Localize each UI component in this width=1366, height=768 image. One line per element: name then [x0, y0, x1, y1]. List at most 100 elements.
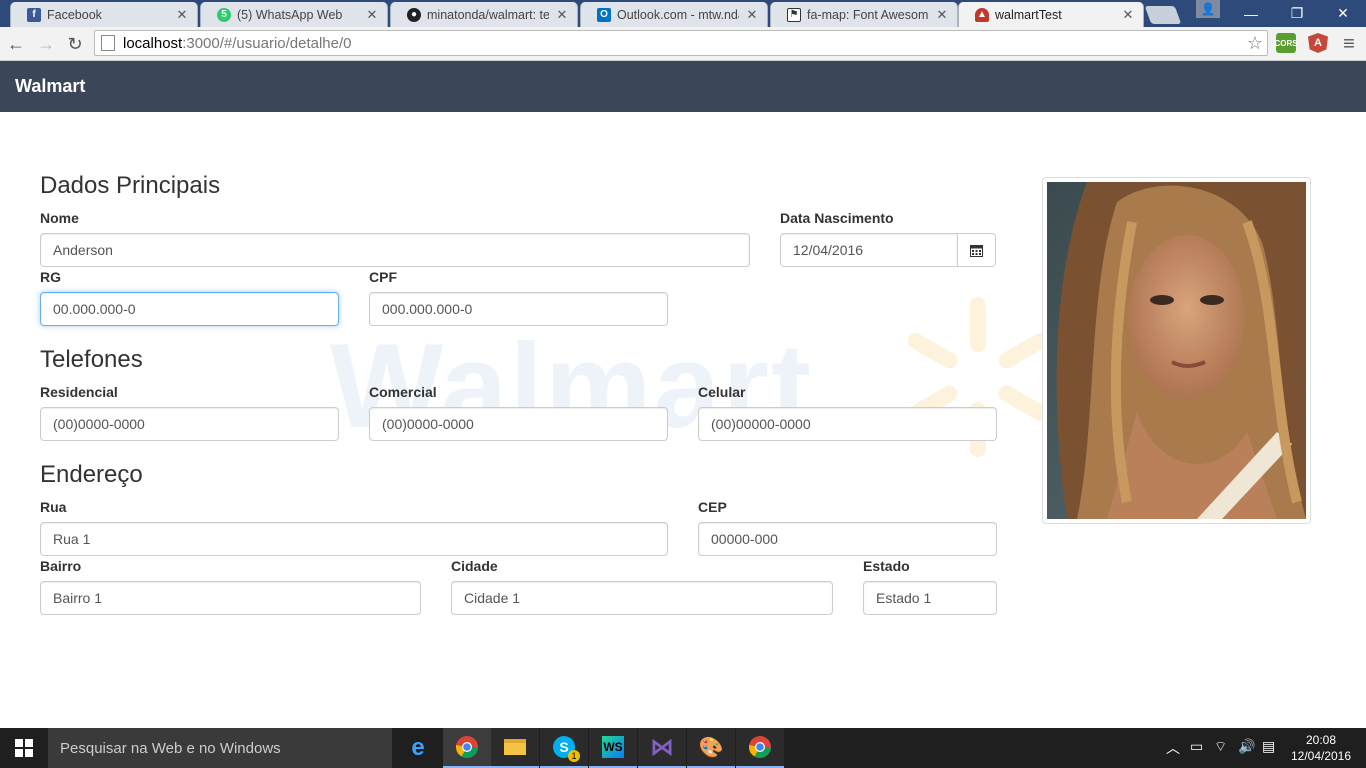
- browser-toolbar: ← → ↻ localhost:3000/#/usuario/detalhe/0…: [0, 27, 1366, 61]
- chrome-logo: [749, 736, 771, 758]
- section-title-endereco: Endereço: [40, 461, 143, 488]
- label-residencial: Residencial: [40, 384, 118, 400]
- new-tab-button[interactable]: [1144, 6, 1182, 24]
- taskbar-clock[interactable]: 20:08 12/04/2016: [1286, 732, 1356, 764]
- label-cpf: CPF: [369, 269, 397, 285]
- windows-start-button[interactable]: [0, 728, 48, 768]
- file-explorer-icon[interactable]: [491, 728, 539, 768]
- menu-hamburger-icon[interactable]: ≡: [1337, 32, 1361, 56]
- data-nascimento-input[interactable]: [780, 233, 958, 267]
- webstorm-icon[interactable]: WS: [589, 728, 637, 768]
- label-rua: Rua: [40, 499, 67, 515]
- cep-input[interactable]: [698, 522, 997, 556]
- volume-icon[interactable]: 🔊: [1238, 738, 1255, 755]
- brand-logo[interactable]: Walmart: [15, 76, 85, 97]
- close-tab-icon[interactable]: ✕: [935, 7, 949, 23]
- angular-extension-icon[interactable]: A: [1308, 33, 1328, 53]
- chrome-logo: [456, 736, 478, 758]
- tab-title: (5) WhatsApp Web: [237, 7, 343, 22]
- battery-icon[interactable]: ▭: [1190, 738, 1203, 755]
- tab-github[interactable]: ● minatonda/walmart: teste ✕: [390, 2, 578, 27]
- skype-badge: 1: [568, 750, 580, 762]
- user-photo: [1042, 177, 1311, 524]
- clock-time: 20:08: [1305, 733, 1337, 747]
- tab-title: fa-map: Font Awesome Ic: [807, 7, 929, 22]
- tab-outlook[interactable]: O Outlook.com - mtw.nda@ ✕: [580, 2, 768, 27]
- windows-taskbar: Pesquisar na Web e no Windows e S 1 WS ⋈…: [0, 728, 1366, 768]
- rua-input[interactable]: [40, 522, 668, 556]
- whatsapp-icon: 5: [217, 7, 231, 22]
- walmart-hat-icon: ▲: [975, 7, 989, 22]
- cpf-input[interactable]: [369, 292, 668, 326]
- close-tab-icon[interactable]: ✕: [365, 7, 379, 23]
- app-navbar: Walmart: [0, 61, 1366, 112]
- tab-title: walmartTest: [995, 7, 1062, 22]
- label-nome: Nome: [40, 210, 79, 226]
- tab-fontawesome[interactable]: ⚑ fa-map: Font Awesome Ic ✕: [770, 2, 958, 27]
- calendar-icon: [970, 244, 983, 257]
- restore-icon[interactable]: ❐: [1274, 0, 1320, 27]
- nome-input[interactable]: [40, 233, 750, 267]
- comercial-input[interactable]: [369, 407, 668, 441]
- minimize-icon[interactable]: —: [1228, 0, 1274, 27]
- tab-title: Outlook.com - mtw.nda@: [617, 7, 739, 22]
- paint-icon[interactable]: 🎨: [687, 728, 735, 768]
- page-icon: [101, 35, 115, 51]
- url-path: :3000/#/usuario/detalhe/0: [182, 34, 352, 52]
- tab-walmarttest[interactable]: ▲ walmartTest ✕: [958, 2, 1144, 27]
- notifications-icon[interactable]: ▤: [1262, 738, 1275, 755]
- close-window-icon[interactable]: ✕: [1320, 0, 1366, 27]
- label-rg: RG: [40, 269, 61, 285]
- taskbar-search-input[interactable]: Pesquisar na Web e no Windows: [48, 728, 392, 768]
- label-cep: CEP: [698, 499, 727, 515]
- close-tab-icon[interactable]: ✕: [175, 7, 189, 23]
- github-icon: ●: [407, 7, 421, 22]
- url-text: localhost:3000/#/usuario/detalhe/0: [123, 35, 352, 52]
- show-hidden-icons-chevron-icon[interactable]: ︿: [1166, 738, 1180, 758]
- close-tab-icon[interactable]: ✕: [745, 7, 759, 23]
- label-estado: Estado: [863, 558, 910, 574]
- residencial-input[interactable]: [40, 407, 339, 441]
- clock-date: 12/04/2016: [1290, 749, 1352, 763]
- user-profile-icon[interactable]: 👤: [1196, 0, 1220, 18]
- celular-input[interactable]: [698, 407, 997, 441]
- rg-input[interactable]: [40, 292, 339, 326]
- tab-whatsapp[interactable]: 5 (5) WhatsApp Web ✕: [200, 2, 388, 27]
- forward-arrow-icon[interactable]: →: [34, 32, 58, 56]
- chrome-icon[interactable]: [443, 728, 491, 768]
- tab-title: Facebook: [47, 7, 102, 22]
- close-tab-icon[interactable]: ✕: [1121, 7, 1135, 23]
- label-cidade: Cidade: [451, 558, 498, 574]
- back-arrow-icon[interactable]: ←: [4, 32, 28, 56]
- fontawesome-icon: ⚑: [787, 7, 801, 22]
- edge-icon[interactable]: e: [394, 728, 442, 768]
- wifi-icon[interactable]: ⌔: [1214, 738, 1227, 756]
- reload-icon[interactable]: ↻: [63, 32, 87, 56]
- skype-icon[interactable]: S 1: [540, 728, 588, 768]
- label-bairro: Bairro: [40, 558, 82, 574]
- close-tab-icon[interactable]: ✕: [555, 7, 569, 23]
- section-title-dados-principais: Dados Principais: [40, 172, 221, 199]
- tab-facebook[interactable]: f Facebook ✕: [10, 2, 198, 27]
- windows-logo-icon: [15, 739, 33, 757]
- label-data-nascimento: Data Nascimento: [780, 210, 894, 226]
- user-detail-page: Walmart Dados Principais Nome Data Nasci…: [0, 112, 1366, 728]
- tab-title: minatonda/walmart: teste: [427, 7, 549, 22]
- browser-tab-strip: f Facebook ✕ 5 (5) WhatsApp Web ✕ ● mina…: [0, 0, 1366, 27]
- bookmark-star-icon[interactable]: ☆: [1247, 33, 1263, 54]
- bairro-input[interactable]: [40, 581, 421, 615]
- facebook-icon: f: [27, 7, 41, 22]
- outlook-icon: O: [597, 7, 611, 22]
- calendar-button[interactable]: [957, 233, 996, 267]
- cors-extension-icon[interactable]: CORS: [1274, 33, 1298, 53]
- url-host: localhost: [123, 34, 183, 52]
- portrait-image: [1047, 182, 1306, 519]
- label-celular: Celular: [698, 384, 746, 400]
- visual-studio-icon[interactable]: ⋈: [638, 728, 686, 768]
- address-bar[interactable]: localhost:3000/#/usuario/detalhe/0 ☆: [94, 30, 1268, 56]
- label-comercial: Comercial: [369, 384, 437, 400]
- section-title-telefones: Telefones: [40, 346, 143, 373]
- cidade-input[interactable]: [451, 581, 833, 615]
- chrome-icon[interactable]: [736, 728, 784, 768]
- estado-input[interactable]: [863, 581, 997, 615]
